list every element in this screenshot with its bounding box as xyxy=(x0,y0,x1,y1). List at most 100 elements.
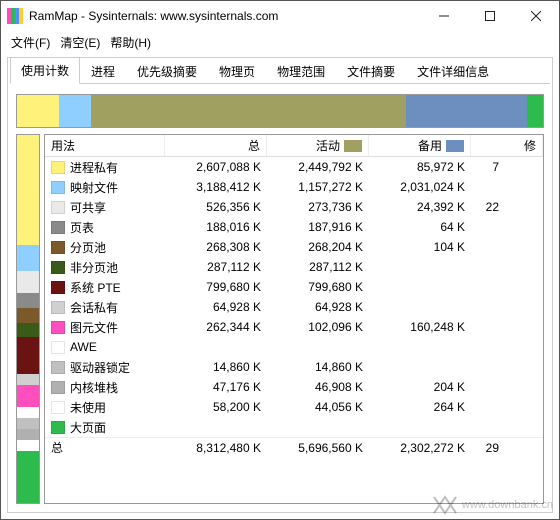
col-active[interactable]: 活动 xyxy=(267,135,369,156)
row-swatch xyxy=(51,281,65,294)
maximize-button[interactable] xyxy=(467,1,513,31)
stack-segment xyxy=(17,374,39,385)
table-row[interactable]: AWE xyxy=(45,337,543,357)
table-row[interactable]: 可共享 526,356 K273,736 K24,392 K22 xyxy=(45,197,543,217)
col-usage[interactable]: 用法 xyxy=(45,135,165,156)
stack-segment xyxy=(17,323,39,338)
tab-phys-page[interactable]: 物理页 xyxy=(208,58,266,84)
cell-value: 204 K xyxy=(369,380,471,394)
row-swatch xyxy=(51,301,65,314)
row-swatch xyxy=(51,401,65,414)
cell-value: 24,392 K xyxy=(369,200,471,214)
row-label: 进程私有 xyxy=(70,159,118,176)
stack-segment xyxy=(17,451,39,503)
row-label: 图元文件 xyxy=(70,319,118,336)
tab-phys-range[interactable]: 物理范围 xyxy=(266,58,336,84)
row-label: 系统 PTE xyxy=(70,279,121,296)
cell-value: 188,016 K xyxy=(165,220,267,234)
menu-empty[interactable]: 清空(E) xyxy=(56,32,104,53)
app-icon xyxy=(7,8,23,24)
row-label: 非分页池 xyxy=(70,259,118,276)
table-row[interactable]: 大页面 xyxy=(45,417,543,437)
menu-file[interactable]: 文件(F) xyxy=(7,32,54,53)
row-swatch xyxy=(51,361,65,374)
cell-value: 5,696,560 K xyxy=(267,441,369,455)
row-label: 映射文件 xyxy=(70,179,118,196)
table-row[interactable]: 分页池268,308 K268,204 K104 K xyxy=(45,237,543,257)
row-swatch xyxy=(51,321,65,334)
cell-value: 102,096 K xyxy=(267,320,369,334)
row-swatch xyxy=(51,341,65,354)
row-label: 可共享 xyxy=(70,199,106,216)
cell-value: 58,200 K xyxy=(165,400,267,414)
tab-process[interactable]: 进程 xyxy=(80,58,126,84)
stack-segment xyxy=(17,407,39,418)
cell-value: 1,157,272 K xyxy=(267,180,369,194)
cell-value: 7 xyxy=(471,160,505,174)
side-stacked-bar xyxy=(16,134,40,504)
row-swatch xyxy=(51,381,65,394)
cell-value: 8,312,480 K xyxy=(165,441,267,455)
cell-value: 85,972 K xyxy=(369,160,471,174)
table-row[interactable]: 页表188,016 K187,916 K64 K xyxy=(45,217,543,237)
stack-segment xyxy=(17,271,39,293)
cell-value: 187,916 K xyxy=(267,220,369,234)
row-label: 会话私有 xyxy=(70,299,118,316)
cell-value: 2,031,024 K xyxy=(369,180,471,194)
stack-segment xyxy=(527,95,543,127)
stack-segment xyxy=(17,293,39,308)
stack-segment xyxy=(17,440,39,451)
cell-value: 64,928 K xyxy=(165,300,267,314)
title-bar: RamMap - Sysinternals: www.sysinternals.… xyxy=(1,1,559,31)
row-swatch xyxy=(51,261,65,274)
cell-value: 526,356 K xyxy=(165,200,267,214)
col-total[interactable]: 总 xyxy=(165,135,267,156)
cell-value: 3,188,412 K xyxy=(165,180,267,194)
cell-value: 104 K xyxy=(369,240,471,254)
cell-value: 22 xyxy=(471,200,505,214)
close-button[interactable] xyxy=(513,1,559,31)
table-row[interactable]: 图元文件262,344 K102,096 K160,248 K xyxy=(45,317,543,337)
stack-segment xyxy=(91,95,407,127)
stack-segment xyxy=(17,308,39,323)
stack-segment xyxy=(17,95,59,127)
row-swatch xyxy=(51,221,65,234)
stack-segment xyxy=(17,245,39,271)
cell-value: 268,204 K xyxy=(267,240,369,254)
total-row[interactable]: 总8,312,480 K5,696,560 K2,302,272 K29 xyxy=(45,437,543,457)
table-row[interactable]: 系统 PTE799,680 K799,680 K xyxy=(45,277,543,297)
stack-segment xyxy=(17,429,39,440)
cell-value: 29 xyxy=(471,441,505,455)
stack-segment xyxy=(17,337,39,374)
stack-segment xyxy=(17,135,39,245)
col-modified[interactable]: 修 xyxy=(471,135,543,156)
tab-priority[interactable]: 优先级摘要 xyxy=(126,58,208,84)
usage-grid: 用法 总 活动 备用 修 进程私有2,607,088 K2,449,792 K8… xyxy=(44,134,544,504)
cell-value: 47,176 K xyxy=(165,380,267,394)
table-row[interactable]: 映射文件 3,188,412 K1,157,272 K2,031,024 K xyxy=(45,177,543,197)
cell-value: 262,344 K xyxy=(165,320,267,334)
menu-help[interactable]: 帮助(H) xyxy=(106,32,155,53)
cell-value: 268,308 K xyxy=(165,240,267,254)
col-active-swatch xyxy=(344,140,362,152)
row-label: 内核堆栈 xyxy=(70,379,118,396)
table-row[interactable]: 进程私有2,607,088 K2,449,792 K85,972 K7 xyxy=(45,157,543,177)
tab-panel-use-count: 用法 总 活动 备用 修 进程私有2,607,088 K2,449,792 K8… xyxy=(10,86,550,510)
tab-use-count[interactable]: 使用计数 xyxy=(10,57,80,84)
table-row[interactable]: 未使用58,200 K44,056 K264 K xyxy=(45,397,543,417)
table-row[interactable]: 内核堆栈47,176 K46,908 K204 K xyxy=(45,377,543,397)
table-row[interactable]: 非分页池287,112 K287,112 K xyxy=(45,257,543,277)
row-swatch xyxy=(51,181,65,194)
table-row[interactable]: 会话私有64,928 K64,928 K xyxy=(45,297,543,317)
tab-file-summary[interactable]: 文件摘要 xyxy=(336,58,406,84)
grid-header: 用法 总 活动 备用 修 xyxy=(45,135,543,157)
cell-value: 273,736 K xyxy=(267,200,369,214)
tab-file-detail[interactable]: 文件详细信息 xyxy=(406,58,500,84)
table-row[interactable]: 驱动器锁定14,860 K14,860 K xyxy=(45,357,543,377)
minimize-button[interactable] xyxy=(421,1,467,31)
client-area: 使用计数进程优先级摘要物理页物理范围文件摘要文件详细信息 用法 总 活动 备用 … xyxy=(7,57,553,513)
grid-body[interactable]: 进程私有2,607,088 K2,449,792 K85,972 K7 映射文件 3… xyxy=(45,157,543,503)
col-standby[interactable]: 备用 xyxy=(369,135,471,156)
window-controls xyxy=(421,1,559,31)
row-label: 大页面 xyxy=(70,419,106,436)
